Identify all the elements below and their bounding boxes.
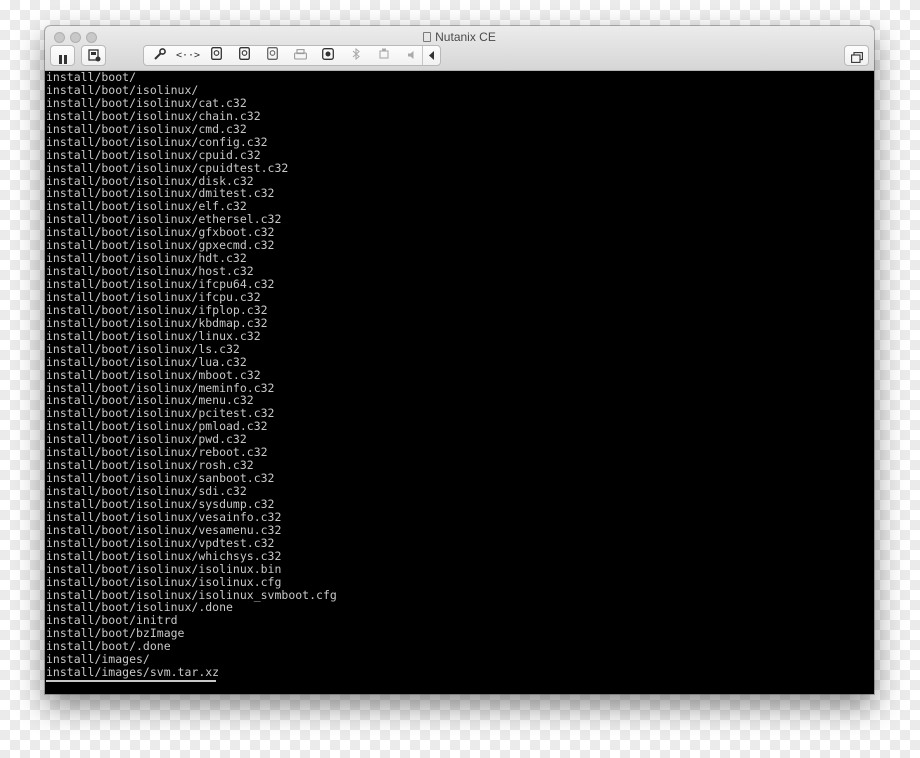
fullscreen-icon <box>851 50 863 68</box>
console-line: install/boot/isolinux/whichsys.c32 <box>46 548 282 563</box>
window-title: Nutanix CE <box>435 30 496 44</box>
console-line: install/boot/isolinux/cmd.c32 <box>46 121 247 136</box>
console-line: install/boot/isolinux/lua.c32 <box>46 354 247 369</box>
snapshot-icon <box>88 49 101 67</box>
printer-button[interactable] <box>286 46 314 65</box>
disk-1-button[interactable] <box>202 46 230 65</box>
console-line: install/boot/.done <box>46 639 171 654</box>
fullscreen-button[interactable] <box>844 45 869 66</box>
console-line: install/boot/isolinux/vpdtest.c32 <box>46 535 275 550</box>
console-line: install/boot/isolinux/ls.c32 <box>46 341 240 356</box>
console-line: install/boot/ <box>46 70 137 84</box>
console-line: install/boot/isolinux/isolinux.cfg <box>46 574 282 589</box>
pause-icon <box>59 51 67 69</box>
usb-icon <box>379 47 389 65</box>
console-line: install/boot/isolinux/kbdmap.c32 <box>46 315 268 330</box>
pause-button[interactable] <box>50 45 75 66</box>
console-line: install/boot/isolinux/isolinux.bin <box>46 561 282 576</box>
bluetooth-icon <box>352 47 360 65</box>
camera-icon <box>322 47 334 65</box>
snapshot-button[interactable] <box>81 45 106 66</box>
console-screen[interactable]: install/boot/install/boot/isolinux/insta… <box>45 71 874 694</box>
document-icon <box>423 32 432 42</box>
disk-3-button[interactable] <box>258 46 286 65</box>
bluetooth-button[interactable] <box>342 46 370 65</box>
console-line: install/boot/isolinux/ifcpu64.c32 <box>46 277 275 291</box>
vm-window: Nutanix CE <··> install/boot/ install/bo… <box>45 26 874 694</box>
speaker-icon <box>407 47 417 65</box>
console-line: install/boot/isolinux/ <box>46 82 199 97</box>
collapse-toolbar-button[interactable] <box>422 46 441 65</box>
console-line: install/boot/isolinux/vesamenu.c32 <box>46 522 282 537</box>
printer-icon <box>293 47 307 65</box>
hard-disk-icon <box>266 46 278 65</box>
console-line: install/boot/isolinux/chain.c32 <box>46 108 261 123</box>
console-line: install/images/svm.tar.xz <box>46 665 220 680</box>
chevron-left-icon <box>429 47 435 65</box>
console-line: install/boot/isolinux/ifplop.c32 <box>46 302 268 317</box>
hard-disk-icon <box>238 46 250 65</box>
console-cursor <box>46 680 216 683</box>
device-toolbar: <··> <box>143 45 441 66</box>
console-line: install/boot/isolinux/mboot.c32 <box>46 367 261 382</box>
hard-disk-icon <box>210 46 222 65</box>
console-line: install/boot/isolinux/cpuidtest.c32 <box>46 160 289 175</box>
console-line: install/boot/isolinux/linux.c32 <box>46 328 261 343</box>
console-line: install/boot/isolinux/sdi.c32 <box>46 484 247 498</box>
wrench-icon <box>154 47 166 65</box>
network-icon: <··> <box>175 50 201 61</box>
disk-2-button[interactable] <box>230 46 258 65</box>
console-line: install/boot/isolinux/cat.c32 <box>46 95 247 110</box>
console-line: install/boot/isolinux/cpuid.c32 <box>46 147 261 162</box>
console-line: install/boot/isolinux/sysdump.c32 <box>46 496 275 511</box>
console-line: install/boot/isolinux/vesainfo.c32 <box>46 509 282 524</box>
window-title-area: Nutanix CE <box>45 29 874 45</box>
usb-button[interactable] <box>370 46 398 65</box>
console-line: install/boot/isolinux/config.c32 <box>46 134 268 149</box>
console-line: install/boot/isolinux/ifcpu.c32 <box>46 289 261 304</box>
camera-button[interactable] <box>314 46 342 65</box>
network-button[interactable]: <··> <box>174 46 202 65</box>
settings-button[interactable] <box>146 46 174 65</box>
window-titlebar: Nutanix CE <··> <box>45 26 874 71</box>
